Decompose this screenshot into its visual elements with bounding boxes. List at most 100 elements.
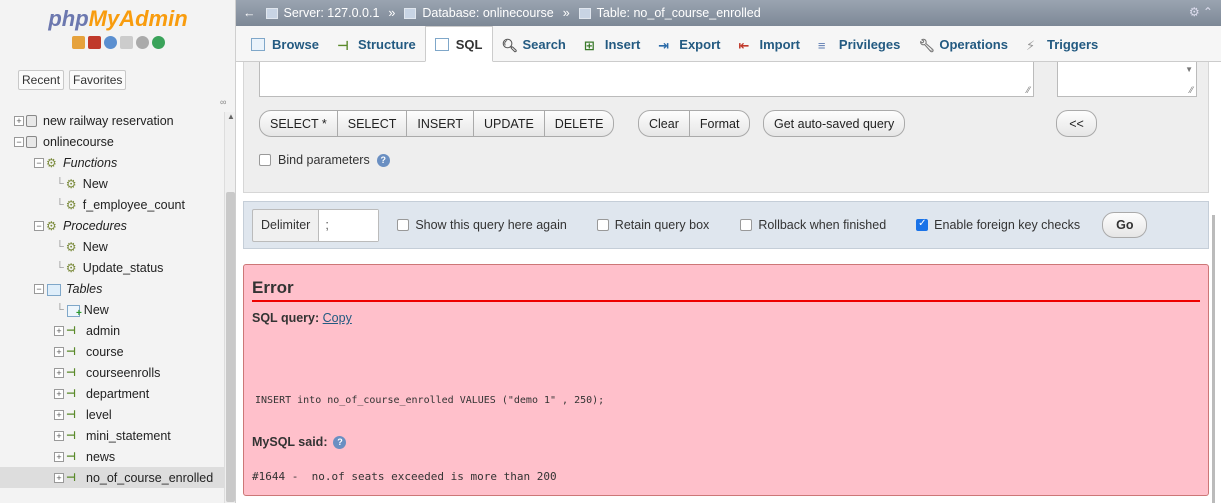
tree-item-f-employee-count[interactable]: └ ⚙ f_employee_count xyxy=(0,194,224,215)
tree-item-tables[interactable]: − Tables xyxy=(0,278,224,299)
tab-structure[interactable]: ⊣ Structure xyxy=(328,28,425,61)
update-button[interactable]: UPDATE xyxy=(474,111,545,136)
tree-item-update-status[interactable]: └ ⚙ Update_status xyxy=(0,257,224,278)
favorites-tab[interactable]: Favorites xyxy=(69,70,127,90)
tree-item-procedures[interactable]: − ⚙ Procedures xyxy=(0,215,224,236)
expand-icon[interactable]: + xyxy=(54,325,64,336)
recent-tab[interactable]: Recent xyxy=(18,70,65,90)
link-with-main-panel-icon[interactable]: ∞ xyxy=(220,97,226,107)
retain-box-option[interactable]: Retain query box xyxy=(596,218,709,232)
breadcrumb-server[interactable]: Server: 127.0.0.1 xyxy=(284,6,380,20)
tab-privileges[interactable]: ≡ Privileges xyxy=(809,28,909,61)
settings-icon[interactable] xyxy=(135,36,149,49)
expand-icon[interactable]: + xyxy=(54,388,64,399)
clear-button[interactable]: Clear xyxy=(639,111,690,136)
tree-item-mini-statement[interactable]: + ⊣ mini_statement xyxy=(0,425,224,446)
breadcrumb-database[interactable]: Database: onlinecourse xyxy=(422,6,553,20)
tree-item-new-railway-reservation[interactable]: + new railway reservation xyxy=(0,110,224,131)
copy-link[interactable]: Copy xyxy=(323,311,352,325)
triggers-icon: ⚡︎ xyxy=(1025,38,1036,53)
tree-item-new-function[interactable]: └ ⚙ New xyxy=(0,173,224,194)
table-icon: ⊣ xyxy=(66,408,77,421)
collapse-nav-arrow-icon[interactable]: ← xyxy=(243,6,256,20)
reload-icon[interactable] xyxy=(151,36,165,49)
tree-item-courseenrolls[interactable]: + ⊣ courseenrolls xyxy=(0,362,224,383)
tree-item-news[interactable]: + ⊣ news xyxy=(0,446,224,467)
show-query-checkbox[interactable] xyxy=(397,219,410,231)
tree-item-department[interactable]: + ⊣ department xyxy=(0,383,224,404)
collapse-columns-button[interactable]: << xyxy=(1059,111,1094,136)
tree-item-new-procedure[interactable]: └ ⚙ New xyxy=(0,236,224,257)
breadcrumb-table[interactable]: Table: no_of_course_enrolled xyxy=(597,6,761,20)
collapse-icon[interactable]: − xyxy=(34,283,44,294)
expand-icon[interactable]: + xyxy=(54,367,64,378)
procedure-icon: ⚙ xyxy=(65,260,77,275)
tree-item-level[interactable]: + ⊣ level xyxy=(0,404,224,425)
expand-icon[interactable]: + xyxy=(54,472,64,483)
phpmyadmin-logo[interactable]: phpMyAdmin xyxy=(0,6,235,32)
breadcrumb-separator: » xyxy=(562,6,570,20)
tab-triggers[interactable]: ⚡︎ Triggers xyxy=(1017,28,1107,61)
columns-list[interactable]: ▼ ⁄⁄ xyxy=(1057,62,1197,97)
docs-icon[interactable] xyxy=(119,36,133,49)
select-star-button[interactable]: SELECT * xyxy=(260,111,338,136)
logout-icon[interactable] xyxy=(87,36,101,49)
retain-box-checkbox[interactable] xyxy=(596,219,609,231)
scroll-up-icon[interactable]: ▲ xyxy=(227,112,235,121)
tab-operations[interactable]: 🔧︎ Operations xyxy=(909,28,1017,61)
functions-icon: ⚙ xyxy=(46,155,57,170)
insert-button[interactable]: INSERT xyxy=(407,111,475,136)
breadcrumb: Server: 127.0.0.1 » Database: onlinecour… xyxy=(265,6,761,20)
help-icon[interactable]: ? xyxy=(333,435,347,449)
collapse-icon[interactable]: − xyxy=(14,136,24,147)
tree-item-onlinecourse[interactable]: − onlinecourse xyxy=(0,131,224,152)
help-icon[interactable] xyxy=(103,36,117,49)
help-icon[interactable]: ? xyxy=(376,153,390,167)
get-auto-saved-query-button[interactable]: Get auto-saved query xyxy=(764,111,904,136)
tree-item-admin[interactable]: + ⊣ admin xyxy=(0,320,224,341)
tab-sql[interactable]: SQL xyxy=(424,26,493,62)
settings-icon[interactable]: ⚙ ⌃ xyxy=(1189,5,1213,19)
main-scrollbar[interactable] xyxy=(1212,215,1215,503)
collapse-icon[interactable]: − xyxy=(34,157,44,168)
expand-icon[interactable]: + xyxy=(54,451,64,462)
tab-insert[interactable]: ⊞ Insert xyxy=(575,28,649,61)
rollback-checkbox[interactable] xyxy=(740,219,753,231)
tab-export[interactable]: ⇥ Export xyxy=(649,28,729,61)
tab-search[interactable]: 🔍︎ Search xyxy=(493,28,575,61)
home-icon[interactable] xyxy=(71,36,85,49)
server-icon xyxy=(265,7,278,19)
expand-icon[interactable]: + xyxy=(54,430,64,441)
go-button[interactable]: Go xyxy=(1102,212,1148,238)
scrollbar-thumb[interactable] xyxy=(226,192,235,502)
select-button[interactable]: SELECT xyxy=(338,111,408,136)
bind-parameters-checkbox[interactable] xyxy=(259,154,271,166)
expand-icon[interactable]: + xyxy=(14,115,24,126)
foreign-key-option[interactable]: Enable foreign key checks xyxy=(916,218,1080,232)
foreign-key-checkbox[interactable] xyxy=(916,218,929,231)
tree-item-course[interactable]: + ⊣ course xyxy=(0,341,224,362)
tables-icon xyxy=(46,283,61,296)
expand-icon[interactable]: + xyxy=(54,409,64,420)
import-icon: ⇤ xyxy=(738,38,750,53)
delete-button[interactable]: DELETE xyxy=(545,111,614,136)
show-query-option[interactable]: Show this query here again xyxy=(397,218,567,232)
sql-query-textarea[interactable]: ⁄⁄ xyxy=(259,62,1034,97)
rollback-option[interactable]: Rollback when finished xyxy=(740,218,886,232)
tree-item-functions[interactable]: − ⚙ Functions xyxy=(0,152,224,173)
navigation-scrollbar[interactable]: ▲ xyxy=(224,112,235,503)
tree-item-no-of-course-enrolled[interactable]: + ⊣ no_of_course_enrolled xyxy=(0,467,224,488)
failed-query-text: INSERT into no_of_course_enrolled VALUES… xyxy=(255,395,605,406)
scroll-down-icon[interactable]: ▼ xyxy=(1185,65,1193,74)
table-icon: ⊣ xyxy=(66,345,77,358)
resize-grip-icon[interactable]: ⁄⁄ xyxy=(1190,85,1193,95)
tab-import[interactable]: ⇤ Import xyxy=(729,28,808,61)
expand-icon[interactable]: + xyxy=(54,346,64,357)
collapse-icon[interactable]: − xyxy=(34,220,44,231)
new-table-icon xyxy=(66,304,82,319)
resize-grip-icon[interactable]: ⁄⁄ xyxy=(1027,85,1030,95)
format-button[interactable]: Format xyxy=(690,111,750,136)
tree-item-new-table[interactable]: └New xyxy=(0,299,224,320)
tab-browse[interactable]: Browse xyxy=(242,28,328,61)
delimiter-input[interactable]: ; xyxy=(318,209,379,241)
